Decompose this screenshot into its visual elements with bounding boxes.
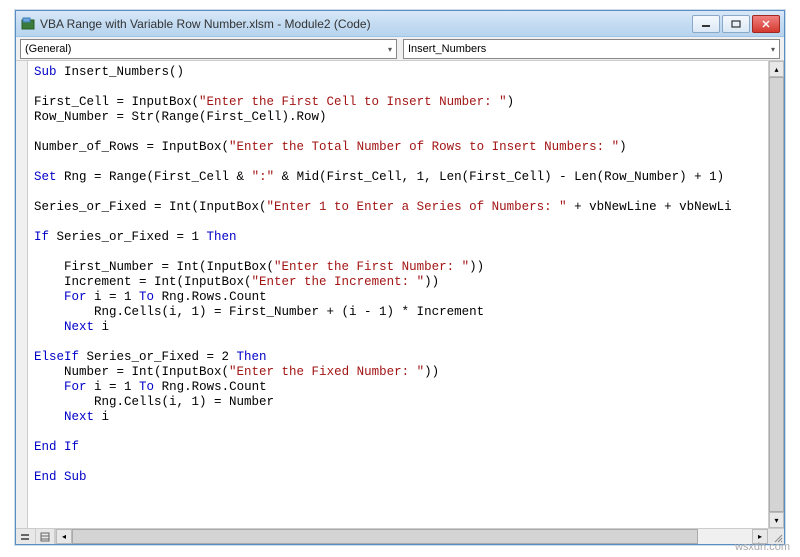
hscroll-thumb[interactable] [72, 529, 698, 544]
vscroll-track[interactable] [769, 77, 784, 512]
scroll-up-button[interactable]: ▴ [769, 61, 784, 77]
chevron-down-icon: ▾ [771, 45, 775, 54]
procedure-view-icon[interactable] [16, 529, 36, 544]
vba-icon [20, 16, 36, 32]
scroll-down-button[interactable]: ▾ [769, 512, 784, 528]
code-window: VBA Range with Variable Row Number.xlsm … [15, 10, 785, 545]
titlebar[interactable]: VBA Range with Variable Row Number.xlsm … [16, 11, 784, 37]
code-container: Sub Insert_Numbers() First_Cell = InputB… [16, 61, 784, 528]
scroll-left-button[interactable]: ◂ [56, 529, 72, 544]
full-module-view-icon[interactable] [36, 529, 56, 544]
watermark: wsxdn.com [735, 541, 790, 553]
procedure-dropdown[interactable]: Insert_Numbers ▾ [403, 39, 780, 59]
bottom-bar: ◂ ▸ [16, 528, 784, 544]
code-editor[interactable]: Sub Insert_Numbers() First_Cell = InputB… [28, 61, 768, 528]
minimize-button[interactable] [692, 15, 720, 33]
view-mode-icons [16, 529, 56, 544]
window-title: VBA Range with Variable Row Number.xlsm … [40, 17, 692, 31]
maximize-button[interactable] [722, 15, 750, 33]
window-controls [692, 15, 780, 33]
margin-indicator-bar [16, 61, 28, 528]
hscroll-track[interactable] [72, 529, 752, 544]
vertical-scrollbar[interactable]: ▴ ▾ [768, 61, 784, 528]
close-button[interactable] [752, 15, 780, 33]
horizontal-scrollbar[interactable]: ◂ ▸ [56, 529, 768, 544]
object-dropdown-value: (General) [25, 43, 71, 55]
dropdown-bar: (General) ▾ Insert_Numbers ▾ [16, 37, 784, 61]
chevron-down-icon: ▾ [388, 45, 392, 54]
procedure-dropdown-value: Insert_Numbers [408, 43, 486, 55]
vscroll-thumb[interactable] [769, 77, 784, 512]
object-dropdown[interactable]: (General) ▾ [20, 39, 397, 59]
